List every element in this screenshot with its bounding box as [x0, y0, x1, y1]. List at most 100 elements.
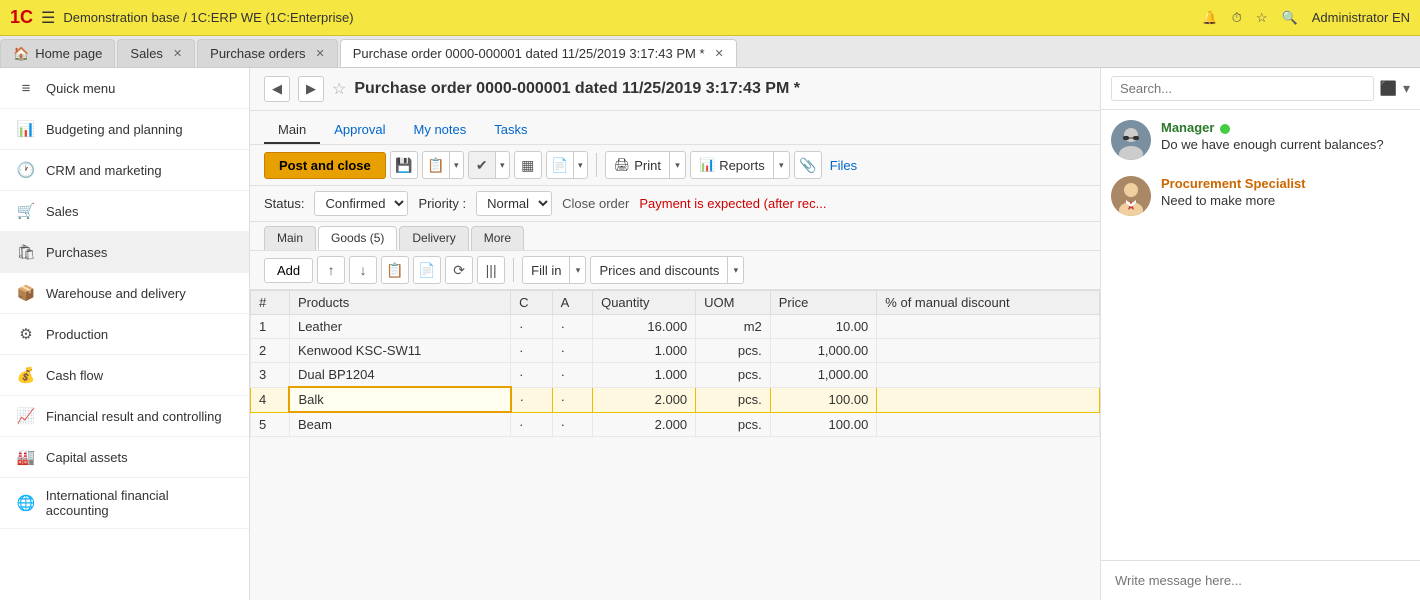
inner-tab-delivery[interactable]: Delivery — [399, 226, 468, 250]
nav-forward-button[interactable]: ▶ — [298, 76, 324, 102]
move-down-button[interactable]: ↓ — [349, 256, 377, 284]
cell-1-1[interactable]: Kenwood KSC-SW11 — [289, 339, 510, 363]
bell-icon[interactable]: 🔔 — [1202, 10, 1218, 26]
sidebar-item-quick-menu[interactable]: ≡ Quick menu — [0, 68, 249, 109]
fill-in-dropdown[interactable]: ▾ — [569, 256, 585, 284]
sub-tab-approval[interactable]: Approval — [320, 117, 399, 144]
cell-3-6[interactable]: 100.00 — [770, 387, 877, 412]
payment-info-link[interactable]: Payment is expected (after rec... — [639, 196, 826, 211]
star-icon[interactable]: ☆ — [1256, 10, 1268, 26]
fill-in-button[interactable]: Fill in ▾ — [522, 256, 586, 284]
cell-1-6[interactable]: 1,000.00 — [770, 339, 877, 363]
cell-0-6[interactable]: 10.00 — [770, 315, 877, 339]
inner-tab-main[interactable]: Main — [264, 226, 316, 250]
copy-row-button[interactable]: 📋 — [381, 256, 409, 284]
cell-4-5[interactable]: pcs. — [696, 412, 771, 437]
priority-select[interactable]: Normal High Low — [476, 191, 552, 216]
print-dropdown[interactable]: ▾ — [669, 151, 685, 179]
move-up-button[interactable]: ↑ — [317, 256, 345, 284]
add-row-button[interactable]: Add — [264, 258, 313, 283]
cell-1-5[interactable]: pcs. — [696, 339, 771, 363]
cell-4-3[interactable]: · — [552, 412, 592, 437]
sync-button[interactable]: ⟳ — [445, 256, 473, 284]
nav-back-button[interactable]: ◀ — [264, 76, 290, 102]
files-link[interactable]: Files — [826, 158, 861, 173]
table-view-button[interactable]: ▦ — [514, 151, 542, 179]
doc-button[interactable]: 📄 — [546, 151, 574, 179]
cell-4-2[interactable]: · — [511, 412, 553, 437]
cell-2-1[interactable]: Dual BP1204 — [289, 363, 510, 388]
table-row[interactable]: 2Kenwood KSC-SW11··1.000pcs.1,000.00 — [251, 339, 1100, 363]
sidebar-item-budgeting[interactable]: 📊 Budgeting and planning — [0, 109, 249, 150]
cell-2-6[interactable]: 1,000.00 — [770, 363, 877, 388]
cell-0-2[interactable]: · — [511, 315, 553, 339]
reports-button[interactable]: 📊 Reports ▾ — [690, 151, 790, 179]
cell-3-3[interactable]: · — [552, 387, 592, 412]
close-order-link[interactable]: Close order — [562, 196, 629, 211]
sidebar-item-warehouse[interactable]: 📦 Warehouse and delivery — [0, 273, 249, 314]
sidebar-item-financial[interactable]: 📈 Financial result and controlling — [0, 396, 249, 437]
table-row[interactable]: 4Balk··2.000pcs.100.00 — [251, 387, 1100, 412]
status-select[interactable]: Confirmed Draft Closed — [314, 191, 408, 216]
favorite-icon[interactable]: ☆ — [332, 79, 346, 99]
cell-3-2[interactable]: · — [511, 387, 553, 412]
tab-purchase-order-detail[interactable]: Purchase order 0000-000001 dated 11/25/2… — [340, 39, 737, 67]
action-button[interactable]: ✔ — [468, 151, 496, 179]
cell-0-7[interactable] — [877, 315, 1100, 339]
reports-dropdown[interactable]: ▾ — [773, 151, 789, 179]
tab-purchase-orders[interactable]: Purchase orders ✕ — [197, 39, 338, 67]
cell-1-7[interactable] — [877, 339, 1100, 363]
tab-sales[interactable]: Sales ✕ — [117, 39, 195, 67]
cell-2-7[interactable] — [877, 363, 1100, 388]
action-dropdown[interactable]: ▾ — [496, 151, 510, 179]
cell-2-2[interactable]: · — [511, 363, 553, 388]
cell-4-7[interactable] — [877, 412, 1100, 437]
history-icon[interactable]: ⏱ — [1232, 10, 1242, 26]
table-row[interactable]: 3Dual BP1204··1.000pcs.1,000.00 — [251, 363, 1100, 388]
cell-0-3[interactable]: · — [552, 315, 592, 339]
inner-tab-more[interactable]: More — [471, 226, 524, 250]
sidebar-item-capital[interactable]: 🏭 Capital assets — [0, 437, 249, 478]
barcode-button[interactable]: ||| — [477, 256, 505, 284]
copy-dropdown[interactable]: ▾ — [450, 151, 464, 179]
cell-4-1[interactable]: Beam — [289, 412, 510, 437]
sidebar-item-production[interactable]: ⚙ Production — [0, 314, 249, 355]
tab-detail-close[interactable]: ✕ — [715, 47, 724, 60]
cell-2-5[interactable]: pcs. — [696, 363, 771, 388]
cell-3-4[interactable]: 2.000 — [593, 387, 696, 412]
sub-tab-main[interactable]: Main — [264, 117, 320, 144]
sidebar-item-purchases[interactable]: 🛍 Purchases — [0, 232, 249, 273]
save-button[interactable]: 💾 — [390, 151, 418, 179]
table-row[interactable]: 1Leather··16.000m210.00 — [251, 315, 1100, 339]
message-input[interactable] — [1111, 569, 1410, 592]
sidebar-item-crm[interactable]: 🕐 CRM and marketing — [0, 150, 249, 191]
cell-0-5[interactable]: m2 — [696, 315, 771, 339]
cell-1-4[interactable]: 1.000 — [593, 339, 696, 363]
cell-4-6[interactable]: 100.00 — [770, 412, 877, 437]
cell-0-4[interactable]: 16.000 — [593, 315, 696, 339]
tab-purchase-orders-close[interactable]: ✕ — [316, 47, 325, 60]
hamburger-icon[interactable]: ☰ — [41, 8, 55, 28]
cell-1-0[interactable]: 2 — [251, 339, 290, 363]
print-button[interactable]: 🖨 Print ▾ — [605, 151, 686, 179]
prices-discounts-button[interactable]: Prices and discounts ▾ — [590, 256, 744, 284]
cell-1-3[interactable]: · — [552, 339, 592, 363]
sub-tab-my-notes[interactable]: My notes — [400, 117, 481, 144]
cell-2-3[interactable]: · — [552, 363, 592, 388]
tab-sales-close[interactable]: ✕ — [173, 47, 182, 60]
prices-discounts-dropdown[interactable]: ▾ — [727, 256, 743, 284]
cell-1-2[interactable]: · — [511, 339, 553, 363]
cell-2-0[interactable]: 3 — [251, 363, 290, 388]
cell-0-0[interactable]: 1 — [251, 315, 290, 339]
video-icon[interactable]: ⬛ — [1380, 80, 1397, 97]
sidebar-item-intl-financial[interactable]: 🌐 International financial accounting — [0, 478, 249, 529]
sub-tab-tasks[interactable]: Tasks — [480, 117, 541, 144]
table-row[interactable]: 5Beam··2.000pcs.100.00 — [251, 412, 1100, 437]
paperclip-button[interactable]: 📎 — [794, 151, 822, 179]
copy-button[interactable]: 📋 — [422, 151, 450, 179]
sidebar-item-sales[interactable]: 🛒 Sales — [0, 191, 249, 232]
search-icon[interactable]: 🔍 — [1282, 10, 1298, 26]
cell-4-4[interactable]: 2.000 — [593, 412, 696, 437]
cell-3-7[interactable] — [877, 387, 1100, 412]
paste-row-button[interactable]: 📄 — [413, 256, 441, 284]
